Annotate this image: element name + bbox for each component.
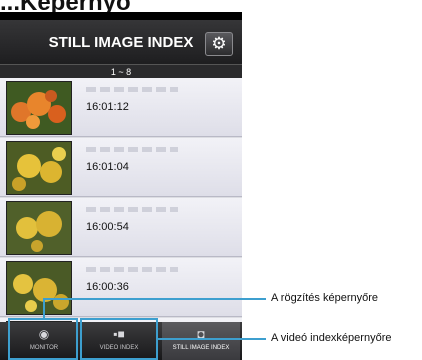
range-bar: 1 ~ 8 <box>0 64 242 79</box>
settings-button[interactable]: ⚙ <box>205 32 233 56</box>
title-bar: STILL IMAGE INDEX ⚙ <box>0 12 242 64</box>
gear-icon: ⚙ <box>211 34 227 53</box>
list-item[interactable]: 16:01:04 <box>0 138 242 197</box>
capture-time: 16:01:12 <box>86 101 129 113</box>
status-bar <box>0 12 242 20</box>
callout-monitor: A rögzítés képernyőre <box>271 292 379 304</box>
capture-time: 16:00:36 <box>86 281 129 293</box>
tab-still-image-index[interactable]: ◘ STILL IMAGE INDEX <box>162 322 240 360</box>
monitor-tab-highlight <box>8 318 78 360</box>
list-item[interactable]: 16:00:54 <box>0 198 242 257</box>
capture-time: 16:00:54 <box>86 221 129 233</box>
callout-line <box>43 299 45 318</box>
capture-time: 16:01:04 <box>86 161 129 173</box>
callout-line <box>158 338 266 340</box>
image-thumbnail <box>6 201 72 255</box>
video-index-tab-highlight <box>80 318 158 360</box>
list-item[interactable]: 16:00:36 <box>0 258 242 317</box>
tab-label: STILL IMAGE INDEX <box>172 345 230 351</box>
screen-title: STILL IMAGE INDEX <box>48 34 194 51</box>
image-thumbnail <box>6 261 72 315</box>
callout-video-index: A videó indexképernyőre <box>271 332 392 344</box>
page-range: 1 ~ 8 <box>110 67 132 77</box>
image-thumbnail <box>6 141 72 195</box>
phone-screen: STILL IMAGE INDEX ⚙ 1 ~ 8 16:01:12 16:01… <box>0 12 242 360</box>
list-item[interactable]: 16:01:12 <box>0 78 242 137</box>
blurred-date <box>86 147 178 152</box>
blurred-date <box>86 87 178 92</box>
blurred-date <box>86 267 178 272</box>
image-thumbnail <box>6 81 72 135</box>
callout-line <box>43 298 266 300</box>
blurred-date <box>86 207 178 212</box>
